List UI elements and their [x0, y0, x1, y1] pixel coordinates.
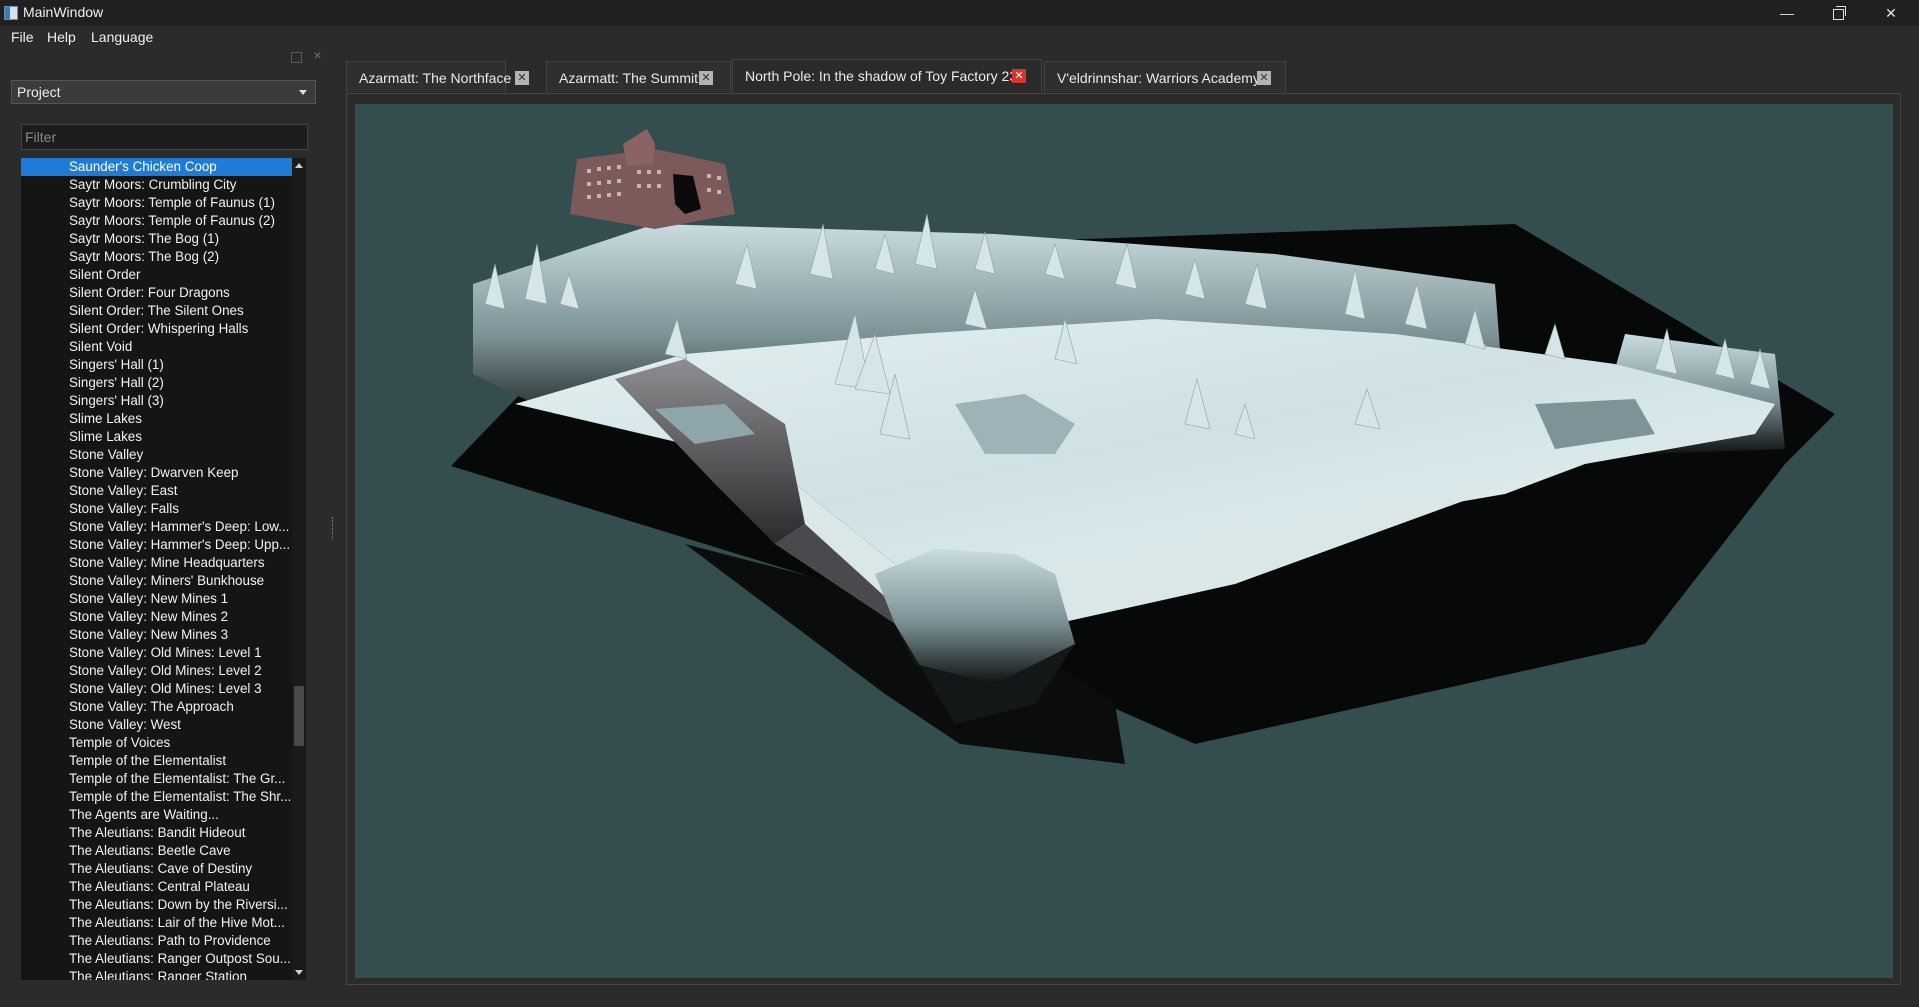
close-window-button[interactable]: ✕	[1866, 0, 1916, 26]
list-item[interactable]: The Aleutians: Central Plateau	[21, 878, 292, 896]
list-item[interactable]: Stone Valley: New Mines 1	[21, 590, 292, 608]
dock-splitter[interactable]	[330, 49, 338, 1007]
list-item[interactable]: Singers' Hall (3)	[21, 392, 292, 410]
list-item[interactable]: Stone Valley: New Mines 2	[21, 608, 292, 626]
list-item[interactable]: Stone Valley: Old Mines: Level 2	[21, 662, 292, 680]
list-item[interactable]: Stone Valley: Hammer's Deep: Upp...	[21, 536, 292, 554]
close-tab-icon[interactable]: ✕	[699, 71, 713, 85]
list-item[interactable]: Slime Lakes	[21, 410, 292, 428]
list-item[interactable]: Silent Order: Whispering Halls	[21, 320, 292, 338]
dock-close-button[interactable]: ✕	[313, 52, 322, 62]
list-item[interactable]: Stone Valley: Old Mines: Level 1	[21, 644, 292, 662]
minimize-button[interactable]: —	[1762, 0, 1812, 26]
tab-bar: Azarmatt: The Northface ✕ Azarmatt: The …	[346, 59, 1906, 92]
scroll-thumb[interactable]	[294, 686, 304, 746]
list-item[interactable]: Stone Valley: Falls	[21, 500, 292, 518]
list-item[interactable]: Temple of the Elementalist	[21, 752, 292, 770]
close-tab-icon[interactable]: ✕	[1012, 69, 1026, 83]
app-icon	[4, 6, 18, 20]
list-item[interactable]: Silent Void	[21, 338, 292, 356]
tab-label: V'eldrinnshar: Warriors Academy	[1057, 70, 1260, 86]
list-item[interactable]: The Aleutians: Bandit Hideout	[21, 824, 292, 842]
list-item[interactable]: The Aleutians: Ranger Station	[21, 968, 292, 980]
tab-label: Azarmatt: The Northface	[359, 70, 512, 86]
list-item[interactable]: Saytr Moors: Crumbling City	[21, 176, 292, 194]
tab-azarmatt-summit[interactable]: Azarmatt: The Summit ✕	[546, 61, 731, 92]
list-item[interactable]: Stone Valley: East	[21, 482, 292, 500]
close-tab-icon[interactable]: ✕	[515, 71, 529, 85]
list-item[interactable]: Stone Valley: Mine Headquarters	[21, 554, 292, 572]
list-item[interactable]: Temple of the Elementalist: The Shr...	[21, 788, 292, 806]
tab-label: Azarmatt: The Summit	[559, 70, 699, 86]
menu-file[interactable]: File	[11, 29, 34, 45]
toy-factory-building	[570, 129, 735, 229]
project-combo[interactable]: Project	[11, 80, 316, 104]
tab-label: North Pole: In the shadow of Toy Factory…	[745, 68, 1018, 84]
list-item[interactable]: Saytr Moors: Temple of Faunus (2)	[21, 212, 292, 230]
tab-north-pole[interactable]: North Pole: In the shadow of Toy Factory…	[732, 59, 1042, 92]
list-item[interactable]: The Aleutians: Beetle Cave	[21, 842, 292, 860]
restore-icon	[1832, 6, 1846, 20]
list-item[interactable]: Temple of Voices	[21, 734, 292, 752]
tab-veldrinnshar[interactable]: V'eldrinnshar: Warriors Academy ✕	[1044, 61, 1286, 92]
list-item[interactable]: The Agents are Waiting...	[21, 806, 292, 824]
list-item[interactable]: Singers' Hall (1)	[21, 356, 292, 374]
scroll-up-icon[interactable]	[295, 163, 303, 168]
list-item[interactable]: Saytr Moors: The Bog (2)	[21, 248, 292, 266]
filter-input[interactable]	[21, 124, 308, 150]
ice-terrain-render	[451, 129, 1835, 764]
list-item[interactable]: Saunder's Chicken Coop	[21, 158, 292, 176]
list-item[interactable]: Stone Valley: The Approach	[21, 698, 292, 716]
chevron-down-icon	[299, 90, 307, 95]
list-item[interactable]: Stone Valley: Dwarven Keep	[21, 464, 292, 482]
list-item[interactable]: Stone Valley: Miners' Bunkhouse	[21, 572, 292, 590]
3d-viewport[interactable]	[355, 104, 1893, 978]
list-item[interactable]: The Aleutians: Path to Providence	[21, 932, 292, 950]
splitter-grip-icon	[332, 517, 335, 539]
list-item[interactable]: Slime Lakes	[21, 428, 292, 446]
viewport-frame	[346, 93, 1901, 985]
close-tab-icon[interactable]: ✕	[1257, 71, 1271, 85]
menu-language[interactable]: Language	[91, 29, 153, 45]
list-item[interactable]: Silent Order: Four Dragons	[21, 284, 292, 302]
list-item[interactable]: Stone Valley: New Mines 3	[21, 626, 292, 644]
list-item[interactable]: Stone Valley	[21, 446, 292, 464]
list-item[interactable]: The Aleutians: Down by the Riversi...	[21, 896, 292, 914]
list-item[interactable]: Stone Valley: Hammer's Deep: Low...	[21, 518, 292, 536]
list-item[interactable]: The Aleutians: Ranger Outpost Sou...	[21, 950, 292, 968]
list-item[interactable]: Stone Valley: Old Mines: Level 3	[21, 680, 292, 698]
project-combo-value: Project	[17, 84, 61, 100]
zone-list-scrollbar[interactable]	[292, 158, 306, 980]
list-item[interactable]: Stone Valley: West	[21, 716, 292, 734]
list-item[interactable]: Saytr Moors: Temple of Faunus (1)	[21, 194, 292, 212]
zone-list[interactable]: Saunder's Chicken Coop Saytr Moors: Crumb…	[21, 158, 292, 980]
minimize-icon: —	[1780, 5, 1794, 21]
scroll-down-icon[interactable]	[295, 970, 303, 975]
list-item[interactable]: Temple of the Elementalist: The Gr...	[21, 770, 292, 788]
title-bar: MainWindow — ✕	[0, 0, 1919, 26]
window-title: MainWindow	[23, 4, 104, 20]
list-item[interactable]: Singers' Hall (2)	[21, 374, 292, 392]
close-icon: ✕	[1885, 5, 1897, 21]
list-item[interactable]: Saytr Moors: The Bog (1)	[21, 230, 292, 248]
menu-help[interactable]: Help	[47, 29, 76, 45]
restore-button[interactable]	[1813, 0, 1863, 26]
menu-bar: File Help Language	[0, 26, 1919, 49]
dock-float-button[interactable]	[291, 52, 302, 63]
list-item[interactable]: Silent Order: The Silent Ones	[21, 302, 292, 320]
tab-azarmatt-northface[interactable]: Azarmatt: The Northface ✕	[346, 61, 529, 92]
list-item[interactable]: Silent Order	[21, 266, 292, 284]
list-item[interactable]: The Aleutians: Lair of the Hive Mot...	[21, 914, 292, 932]
list-item[interactable]: The Aleutians: Cave of Destiny	[21, 860, 292, 878]
